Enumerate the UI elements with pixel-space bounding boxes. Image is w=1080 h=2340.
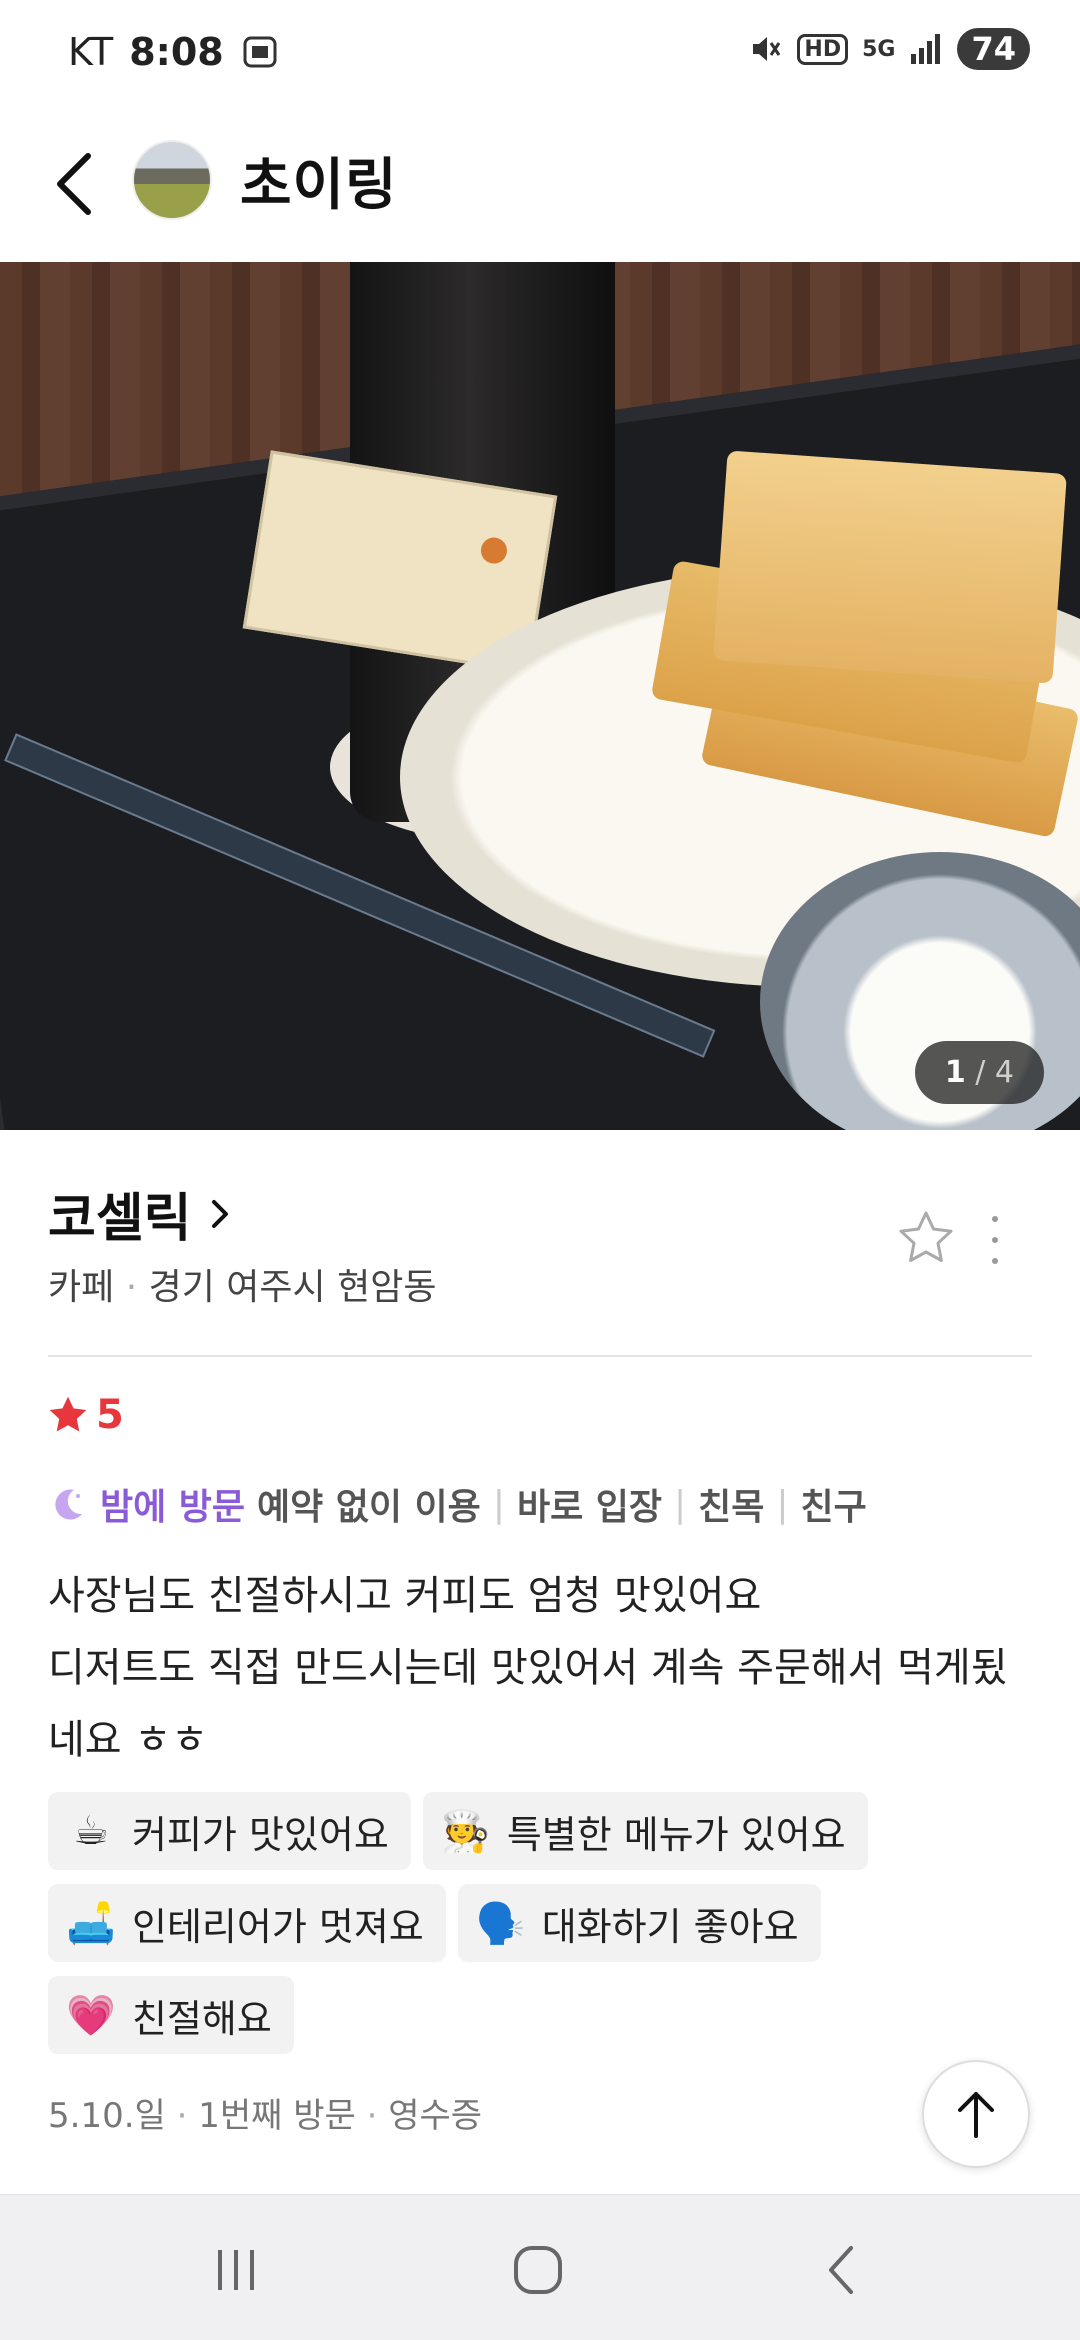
review-text-line: 디저트도 직접 만드시는데 맛있어서 계속 주문해서 먹게됬네요 ㅎㅎ xyxy=(48,1645,1008,1763)
home-icon xyxy=(514,2246,562,2294)
status-right: HD 5G 74 xyxy=(747,28,1030,70)
heart-icon: 💗 xyxy=(66,1992,116,2039)
place-name-link[interactable]: 코셀릭 xyxy=(48,1176,234,1251)
system-nav-bar xyxy=(0,2194,1080,2340)
photo-total: / 4 xyxy=(975,1055,1014,1090)
carrier-label: KT xyxy=(68,30,114,74)
review-text[interactable]: 사장님도 친절하시고 커피도 엄청 맛있어요 디저트도 직접 만드시는데 맛있어… xyxy=(48,1560,1038,1776)
profile-header: 초이링 xyxy=(0,110,1080,260)
review-photo[interactable]: 1 / 4 xyxy=(0,262,1080,1130)
status-bar: KT 8:08 HD 5G 74 xyxy=(0,0,1080,110)
visit-tag: 친목 xyxy=(698,1487,765,1528)
clock: 8:08 xyxy=(129,30,224,74)
recent-apps-icon xyxy=(218,2250,254,2290)
screenshot-icon xyxy=(243,36,277,68)
verification-type: 영수증 xyxy=(388,2096,483,2136)
visit-count: 1번째 방문 xyxy=(198,2096,356,2136)
network-badge: 5G xyxy=(862,36,896,62)
keyword-chip: 💗 친절해요 xyxy=(48,1976,294,2054)
place-category: 카페 xyxy=(48,1267,115,1308)
visit-tag: 예약 없이 이용 xyxy=(257,1487,481,1528)
photo-current: 1 xyxy=(944,1055,966,1090)
visit-time: 밤에 방문 xyxy=(100,1487,246,1528)
keyword-chip: 🛋️ 인테리어가 멋져요 xyxy=(48,1884,446,1962)
keyword-chip: ☕ 커피가 맛있어요 xyxy=(48,1792,411,1870)
scroll-to-top-button[interactable] xyxy=(922,2060,1030,2168)
visit-info: 밤에 방문 예약 없이 이용 | 바로 입장 | 친목 | 친구 xyxy=(48,1478,867,1530)
star-outline-icon xyxy=(899,1211,953,1262)
visit-date: 5.10.일 xyxy=(48,2096,166,2136)
place-meta: 카페 · 경기 여주시 현암동 xyxy=(48,1258,436,1310)
sofa-icon: 🛋️ xyxy=(66,1900,116,1947)
visit-footer: 5.10.일 · 1번째 방문 · 영수증 xyxy=(48,2096,483,2136)
back-button[interactable] xyxy=(44,144,104,224)
arrow-up-icon xyxy=(958,2092,994,2138)
hd-badge: HD xyxy=(797,33,849,65)
rating-value: 5 xyxy=(96,1392,124,1438)
recent-apps-button[interactable] xyxy=(196,2235,276,2305)
place-name: 코셀릭 xyxy=(48,1189,192,1249)
avatar[interactable] xyxy=(132,140,212,220)
keyword-chips: ☕ 커피가 맛있어요 🧑‍🍳 특별한 메뉴가 있어요 🛋️ 인테리어가 멋져요 … xyxy=(48,1792,1048,2054)
system-back-button[interactable] xyxy=(802,2235,882,2305)
visit-tag: 바로 입장 xyxy=(516,1487,662,1528)
more-options-button[interactable] xyxy=(980,1210,1010,1270)
battery-level: 74 xyxy=(957,28,1030,70)
chef-icon: 🧑‍🍳 xyxy=(440,1808,491,1855)
speaking-head-icon: 🗣️ xyxy=(475,1900,526,1947)
keyword-label: 커피가 맛있어요 xyxy=(132,1812,389,1857)
photo-toast xyxy=(713,450,1067,684)
status-left: KT 8:08 xyxy=(68,30,280,74)
keyword-label: 친절해요 xyxy=(132,1996,272,2041)
photo-counter: 1 / 4 xyxy=(914,1041,1044,1104)
divider xyxy=(48,1355,1032,1357)
star-filled-icon xyxy=(49,1396,87,1432)
home-button[interactable] xyxy=(498,2235,578,2305)
chevron-left-icon xyxy=(57,153,91,215)
keyword-label: 인테리어가 멋져요 xyxy=(132,1904,424,1949)
rating: 5 xyxy=(46,1392,124,1438)
place-location: 경기 여주시 현암동 xyxy=(148,1267,437,1308)
chevron-right-icon xyxy=(211,1199,228,1228)
profile-name[interactable]: 초이링 xyxy=(240,140,398,221)
meta-separator: · xyxy=(125,1267,138,1308)
review-text-line: 사장님도 친절하시고 커피도 엄청 맛있어요 xyxy=(48,1573,762,1619)
mute-icon xyxy=(753,37,781,61)
signal-icon xyxy=(911,34,941,64)
keyword-label: 특별한 메뉴가 있어요 xyxy=(506,1812,846,1857)
bookmark-button[interactable] xyxy=(896,1208,956,1268)
visit-tag: 친구 xyxy=(800,1487,867,1528)
keyword-label: 대화하기 좋아요 xyxy=(541,1904,799,1949)
moon-icon xyxy=(55,1489,82,1520)
back-icon xyxy=(829,2246,853,2294)
keyword-chip: 🗣️ 대화하기 좋아요 xyxy=(457,1884,821,1962)
coffee-icon: ☕ xyxy=(73,1808,109,1854)
keyword-chip: 🧑‍🍳 특별한 메뉴가 있어요 xyxy=(422,1792,868,1870)
